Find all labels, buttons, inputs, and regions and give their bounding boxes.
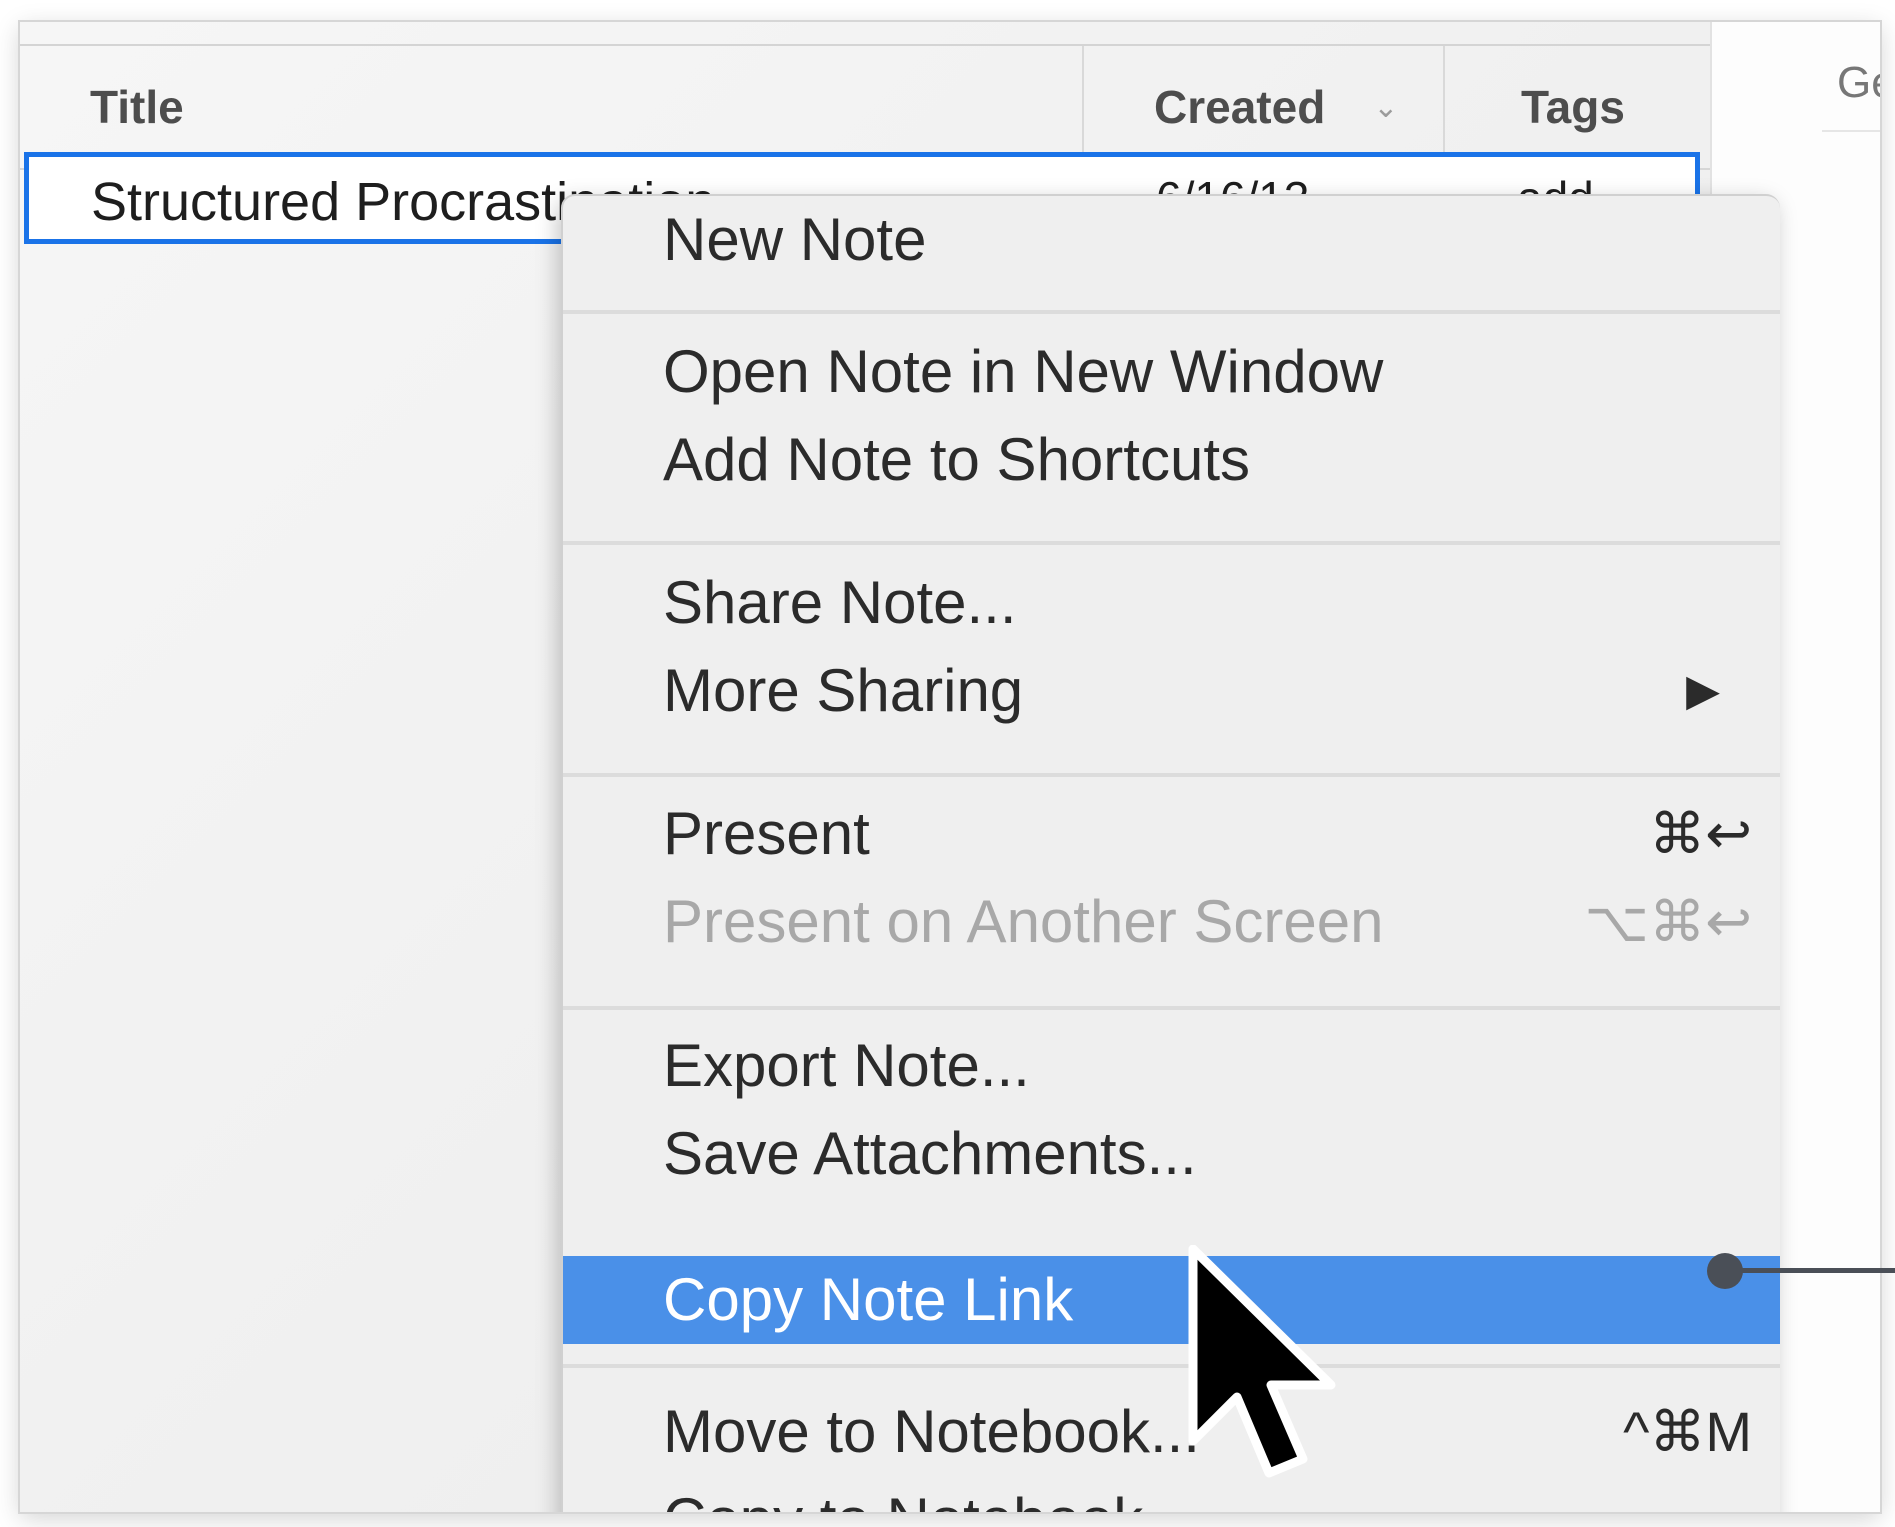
menu-item-present[interactable]: Present ⌘↩ (563, 790, 1780, 878)
context-menu: New Note Open Note in New Window Add Not… (561, 194, 1780, 1512)
column-created-label: Created (1154, 81, 1326, 133)
menu-item-add-to-shortcuts[interactable]: Add Note to Shortcuts (563, 416, 1780, 504)
chevron-down-icon[interactable]: ⌄ (1373, 90, 1398, 125)
triangle-right-icon: ▶ (1686, 666, 1720, 715)
menu-item-share-note[interactable]: Share Note... (563, 559, 1780, 647)
editor-divider (1822, 130, 1880, 132)
menu-item-label: New Note (663, 206, 927, 273)
menu-item-save-attachments[interactable]: Save Attachments... (563, 1110, 1780, 1198)
column-title[interactable]: Title (90, 46, 184, 168)
mouse-pointer-icon (1188, 1245, 1336, 1478)
column-tags[interactable]: Tags (1443, 46, 1625, 168)
menu-item-label: Export Note... (663, 1032, 1030, 1099)
menu-item-label: Add Note to Shortcuts (663, 426, 1250, 493)
move-shortcut: ^⌘M (1623, 1400, 1752, 1463)
menu-item-label: Copy Note Link (663, 1266, 1074, 1333)
menu-item-copy-to-notebook[interactable]: Copy to Notebook (563, 1476, 1780, 1512)
menu-item-export-note[interactable]: Export Note... (563, 1022, 1780, 1110)
menu-item-label: More Sharing (663, 657, 1024, 724)
menu-separator (563, 541, 1780, 545)
menu-item-label: Move to Notebook... (663, 1398, 1200, 1465)
menu-separator (563, 310, 1780, 314)
menu-item-present-another-screen: Present on Another Screen ⌥⌘↩ (563, 878, 1780, 966)
column-created[interactable]: Created ⌄ (1082, 46, 1398, 168)
menu-item-label: Save Attachments... (663, 1120, 1197, 1187)
menu-item-more-sharing[interactable]: More Sharing ▶ (563, 647, 1780, 735)
menu-item-move-to-notebook[interactable]: Move to Notebook... ^⌘M (563, 1388, 1780, 1476)
column-tags-label: Tags (1521, 81, 1625, 133)
menu-separator (563, 1364, 1780, 1368)
present-another-shortcut: ⌥⌘↩ (1584, 890, 1752, 953)
callout-line (1725, 1268, 1895, 1273)
menu-item-open-new-window[interactable]: Open Note in New Window (563, 328, 1780, 416)
editor-partial-label: Ge (1837, 58, 1880, 107)
present-shortcut: ⌘↩ (1649, 802, 1752, 865)
menu-item-label: Copy to Notebook (663, 1486, 1143, 1512)
menu-separator (563, 773, 1780, 777)
menu-item-new-note[interactable]: New Note (563, 196, 1780, 284)
menu-separator (563, 1006, 1780, 1010)
menu-item-label: Present (663, 800, 870, 867)
column-title-label: Title (90, 81, 184, 133)
menu-item-label: Open Note in New Window (663, 338, 1384, 405)
app-window: Title Created ⌄ Tags Structured Procrast… (20, 22, 1880, 1512)
menu-item-label: Share Note... (663, 569, 1017, 636)
menu-item-copy-note-link[interactable]: Copy Note Link (563, 1256, 1780, 1344)
menu-item-label: Present on Another Screen (663, 888, 1384, 955)
